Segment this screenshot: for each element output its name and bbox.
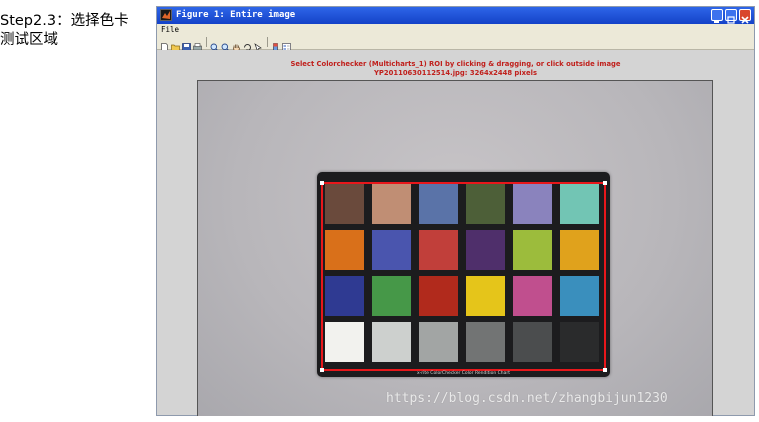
zoom-in-icon[interactable] [210, 37, 219, 52]
watermark: https://blog.csdn.net/zhangbijun1230 [386, 391, 668, 406]
close-button[interactable] [739, 9, 751, 24]
open-file-icon[interactable] [171, 37, 180, 52]
print-icon[interactable] [193, 37, 202, 51]
zoom-out-icon[interactable] [221, 37, 230, 52]
plot-area[interactable]: Select Colorchecker (Multicharts_1) ROI … [157, 50, 754, 416]
plot-title-line2: YP20110630112514.jpg: 3264x2448 pixels [374, 69, 537, 77]
image-axes[interactable]: x-rite ColorChecker Color Rendition Char… [197, 80, 713, 416]
matlab-logo-icon [160, 9, 172, 21]
figure-window: Figure 1: Entire image File Select Color… [156, 6, 755, 416]
colorchecker-chart[interactable]: x-rite ColorChecker Color Rendition Char… [317, 172, 610, 377]
data-cursor-icon[interactable] [254, 37, 263, 52]
roi-handle-top-left[interactable] [320, 181, 324, 185]
maximize-button[interactable] [725, 9, 737, 24]
step-caption-line1: Step2.3：选择色卡 [0, 13, 129, 29]
menu-bar: File [157, 24, 754, 35]
menu-file[interactable]: File [161, 24, 179, 35]
toolbar-separator [267, 37, 268, 47]
step-caption-line2: 测试区域 [0, 32, 58, 48]
roi-handle-top-right[interactable] [603, 181, 607, 185]
step-caption: Step2.3：选择色卡 测试区域 [0, 12, 150, 50]
legend-icon[interactable] [282, 37, 291, 52]
new-figure-icon[interactable] [160, 37, 169, 52]
toolbar [157, 35, 754, 52]
save-icon[interactable] [182, 37, 191, 52]
plot-title-line1: Select Colorchecker (Multicharts_1) ROI … [290, 60, 621, 68]
window-title: Figure 1: Entire image [176, 10, 296, 20]
minimize-button[interactable] [711, 9, 723, 23]
roi-rectangle[interactable] [320, 181, 607, 372]
colorbar-icon[interactable] [271, 37, 280, 52]
pan-icon[interactable] [232, 37, 241, 52]
chart-caption: x-rite ColorChecker Color Rendition Char… [416, 371, 511, 376]
rotate-3d-icon[interactable] [243, 37, 252, 52]
title-bar[interactable]: Figure 1: Entire image [157, 7, 754, 24]
toolbar-separator [206, 37, 207, 47]
